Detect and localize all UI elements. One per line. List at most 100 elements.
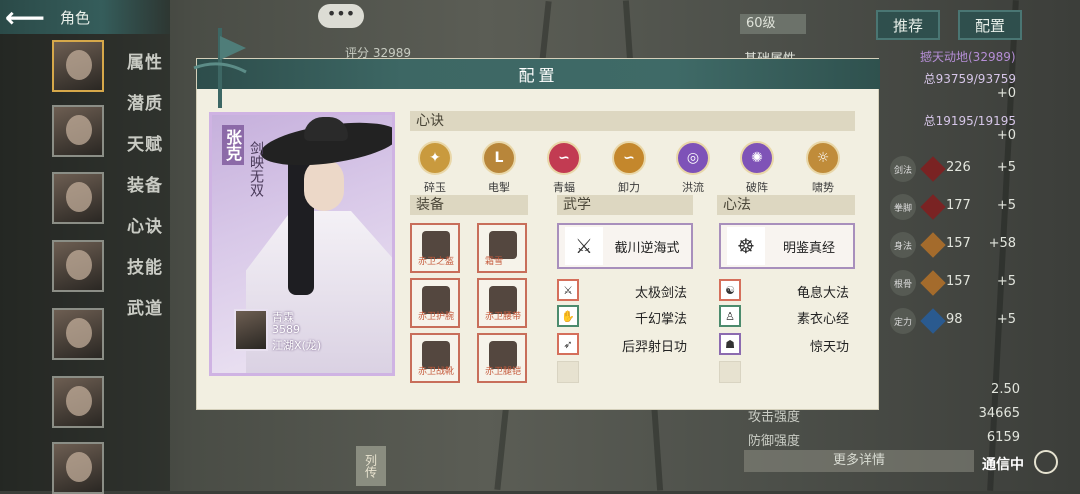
grade-gem-icon <box>920 156 946 182</box>
companion-info: 青霖 3589 江湖X(龙) <box>234 309 392 357</box>
atk-value: 34665 <box>978 406 1020 421</box>
stat-plus: +5 <box>996 312 1016 327</box>
stat-plus: +58 <box>988 236 1016 251</box>
xinjue-label: 破阵 <box>746 181 768 194</box>
page-title: 角色 <box>60 8 91 27</box>
xinfa-skill-row[interactable]: ☗ 惊天功 <box>719 333 855 355</box>
tab-skills[interactable]: 技能 <box>120 245 170 286</box>
fighter-icon: ⚔ <box>565 227 603 265</box>
tab-potential[interactable]: 潜质 <box>120 81 170 122</box>
wuxue-skill-row[interactable]: ➶ 后羿射日功 <box>557 333 693 355</box>
wuxue-skill-row[interactable]: ⚔ 太极剑法 <box>557 279 693 301</box>
character-avatar[interactable] <box>52 40 104 92</box>
xinjue-label: 青蝠 <box>553 181 575 194</box>
level-badge: 60级 <box>740 14 806 34</box>
wuxue-main-skill[interactable]: ⚔ 截川逆海式 <box>557 223 693 269</box>
more-details-button[interactable]: 更多详情 <box>744 450 974 472</box>
stat-icon: 剑法 <box>890 156 916 182</box>
equip-slot-helmet[interactable]: 赤卫之盔 <box>410 223 460 273</box>
xinfa-main-skill[interactable]: ☸ 明鉴真经 <box>719 223 855 269</box>
tab-wudao[interactable]: 武道 <box>120 286 170 327</box>
xinjue-item[interactable]: L 电掣 <box>477 141 521 195</box>
xinjue-orb-icon: ☼ <box>806 141 840 175</box>
xinjue-orb-icon: ∽ <box>612 141 646 175</box>
meditation-icon: ☸ <box>727 227 765 265</box>
tab-equipment[interactable]: 装备 <box>120 163 170 204</box>
equip-slot-weapon[interactable]: 霜雪 <box>477 223 527 273</box>
modal-title: 配置 <box>518 66 559 85</box>
wuxue-main-label: 截川逆海式 <box>614 240 680 256</box>
character-avatar[interactable] <box>52 442 104 494</box>
stat-value: 98 <box>946 312 963 327</box>
wuxue-skill-row[interactable]: ✋ 千幻掌法 <box>557 305 693 327</box>
biography-button[interactable]: 列传 <box>356 446 386 486</box>
stat-icon: 拳脚 <box>890 194 916 220</box>
tab-talent[interactable]: 天赋 <box>120 122 170 163</box>
xinjue-label: 卸力 <box>618 181 640 194</box>
wuxue-empty-slot[interactable] <box>557 361 693 383</box>
skill-icon: ♙ <box>719 305 741 327</box>
stat-icon: 定力 <box>890 308 916 334</box>
skill-name: 太极剑法 <box>634 286 687 301</box>
xinfa-main-label: 明鉴真经 <box>782 240 835 256</box>
character-avatar[interactable] <box>52 172 104 224</box>
hp-plus: +0 <box>996 86 1016 101</box>
grade-gem-icon <box>920 270 946 296</box>
companion-score: 3589 <box>272 323 300 336</box>
skill-icon: ☯ <box>719 279 741 301</box>
character-avatar[interactable] <box>52 105 104 157</box>
equip-tag: 赤卫战靴 <box>418 367 455 377</box>
tab-attributes[interactable]: 属性 <box>120 40 170 81</box>
equip-slot-boots[interactable]: 赤卫战靴 <box>410 333 460 383</box>
xinjue-item[interactable]: ◎ 洪流 <box>671 141 715 195</box>
character-avatar[interactable] <box>52 308 104 360</box>
modal-header: 配置 <box>197 59 880 89</box>
xinjue-label: 电掣 <box>488 181 510 194</box>
grade-gem-icon <box>920 308 946 334</box>
config-button[interactable]: 配置 <box>958 10 1022 40</box>
crit-value: 2.50 <box>991 382 1020 397</box>
xinjue-item[interactable]: ∽ 卸力 <box>607 141 651 195</box>
def-value: 6159 <box>986 430 1020 445</box>
recommend-button[interactable]: 推荐 <box>876 10 940 40</box>
xinjue-label: 洪流 <box>682 181 704 194</box>
mp-total: 总19195/19195 <box>923 114 1016 128</box>
stat-plus: +5 <box>996 160 1016 175</box>
xinjue-orb-icon: ✦ <box>418 141 452 175</box>
skill-name: 惊天功 <box>809 340 849 355</box>
xinjue-item[interactable]: ☼ 啸势 <box>801 141 845 195</box>
hat-crown <box>304 117 348 141</box>
equip-tag: 霜雪 <box>485 257 504 267</box>
section-xinjue: 心诀 <box>410 111 855 131</box>
xinjue-item[interactable]: ✺ 破阵 <box>735 141 779 195</box>
xinjue-orb-icon: L <box>482 141 516 175</box>
empty-slot-icon <box>557 361 579 383</box>
equip-tag: 赤卫腿铠 <box>485 367 522 377</box>
xinjue-item[interactable]: ✦ 碎玉 <box>413 141 457 195</box>
equip-slot-accessory[interactable]: 赤卫腿铠 <box>477 333 527 383</box>
character-avatar[interactable] <box>52 376 104 428</box>
skill-icon: ✋ <box>557 305 579 327</box>
chat-button[interactable]: ••• <box>318 4 364 28</box>
character-avatar[interactable] <box>52 240 104 292</box>
xinfa-skill-row[interactable]: ☯ 龟息大法 <box>719 279 855 301</box>
skill-name: 龟息大法 <box>796 286 849 301</box>
mp-plus: +0 <box>996 128 1016 143</box>
bonus-label: 撼天动地(32989) <box>920 50 1016 64</box>
character-title: 剑映无双 <box>248 141 264 197</box>
tab-xinjue[interactable]: 心诀 <box>120 204 170 245</box>
stat-value: 157 <box>946 274 971 289</box>
equip-tag: 赤卫护腕 <box>418 312 455 322</box>
xinfa-empty-slot[interactable] <box>719 361 855 383</box>
back-arrow-icon[interactable]: ⟵ <box>0 0 50 34</box>
xinfa-skill-row[interactable]: ♙ 素衣心经 <box>719 305 855 327</box>
empty-slot-icon <box>719 361 741 383</box>
xinjue-item[interactable]: ∽ 青蝠 <box>542 141 586 195</box>
companion-server: 江湖X(龙) <box>272 339 322 352</box>
character-portrait-card[interactable]: 张克 剑映无双 青霖 3589 江湖X(龙) <box>209 112 395 376</box>
skill-name: 后羿射日功 <box>621 340 687 355</box>
equip-slot-belt[interactable]: 赤卫腰带 <box>477 278 527 328</box>
skill-icon: ➶ <box>557 333 579 355</box>
companion-avatar[interactable] <box>234 309 268 351</box>
equip-slot-armor[interactable]: 赤卫护腕 <box>410 278 460 328</box>
